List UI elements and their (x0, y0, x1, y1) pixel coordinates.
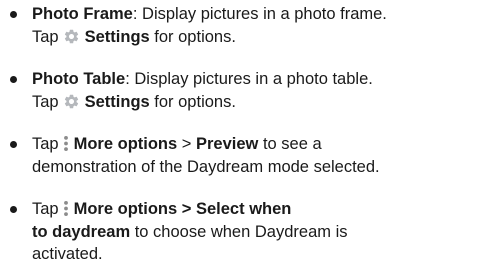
bullet-dot (10, 76, 17, 83)
bullet-dot (10, 11, 17, 18)
tail-text: for options. (149, 27, 236, 46)
list-item-text: Tap More options > Preview to see a demon… (32, 133, 474, 178)
text-line: activated. (32, 243, 474, 266)
item-description: : Display pictures in a photo frame. (132, 5, 387, 23)
more-options-label: More options (73, 135, 178, 153)
continuation-text: demonstration of the Daydream mode selec… (32, 157, 380, 176)
tap-text: Tap (32, 27, 59, 46)
separator-text: > (177, 135, 196, 153)
tap-text: Tap (32, 92, 59, 111)
text-line: Tap Settings for options. (32, 26, 474, 49)
gear-icon (63, 93, 80, 110)
help-document: Photo Frame: Display pictures in a photo… (0, 0, 478, 264)
item-description: : Display pictures in a photo table. (125, 70, 373, 88)
list-item-text: Photo Frame: Display pictures in a photo… (32, 3, 474, 48)
to-daydream-label: to daydream (32, 222, 131, 241)
continuation-text: activated. (32, 245, 103, 263)
tail-text: to choose when Daydream is (130, 222, 348, 241)
tail-text: for options. (149, 92, 236, 111)
text-line: demonstration of the Daydream mode selec… (32, 156, 474, 179)
preview-label: Preview (196, 135, 259, 153)
tap-text: Tap (32, 135, 59, 153)
more-options-icon (63, 135, 69, 152)
gear-icon (63, 28, 80, 45)
text-line: Photo Frame: Display pictures in a photo… (32, 3, 474, 26)
bullet-dot (10, 206, 17, 213)
text-line: Tap More options > Select when (32, 198, 474, 221)
text-line: Tap More options > Preview to see a (32, 133, 474, 156)
text-line: Photo Table: Display pictures in a photo… (32, 68, 474, 91)
more-options-icon (63, 200, 69, 217)
bullet-dot (10, 141, 17, 148)
list-item-text: Photo Table: Display pictures in a photo… (32, 68, 474, 113)
settings-label: Settings (84, 27, 150, 46)
settings-label: Settings (84, 92, 150, 111)
item-title: Photo Frame (32, 5, 133, 23)
tap-text: Tap (32, 200, 59, 218)
text-line: to daydream to choose when Daydream is (32, 221, 474, 244)
text-line: Tap Settings for options. (32, 91, 474, 114)
item-title: Photo Table (32, 70, 126, 88)
list-item-text: Tap More options > Select when to daydrea… (32, 198, 474, 266)
tail-text: to see a (258, 135, 322, 153)
more-options-select-label: More options > Select when (73, 200, 292, 218)
